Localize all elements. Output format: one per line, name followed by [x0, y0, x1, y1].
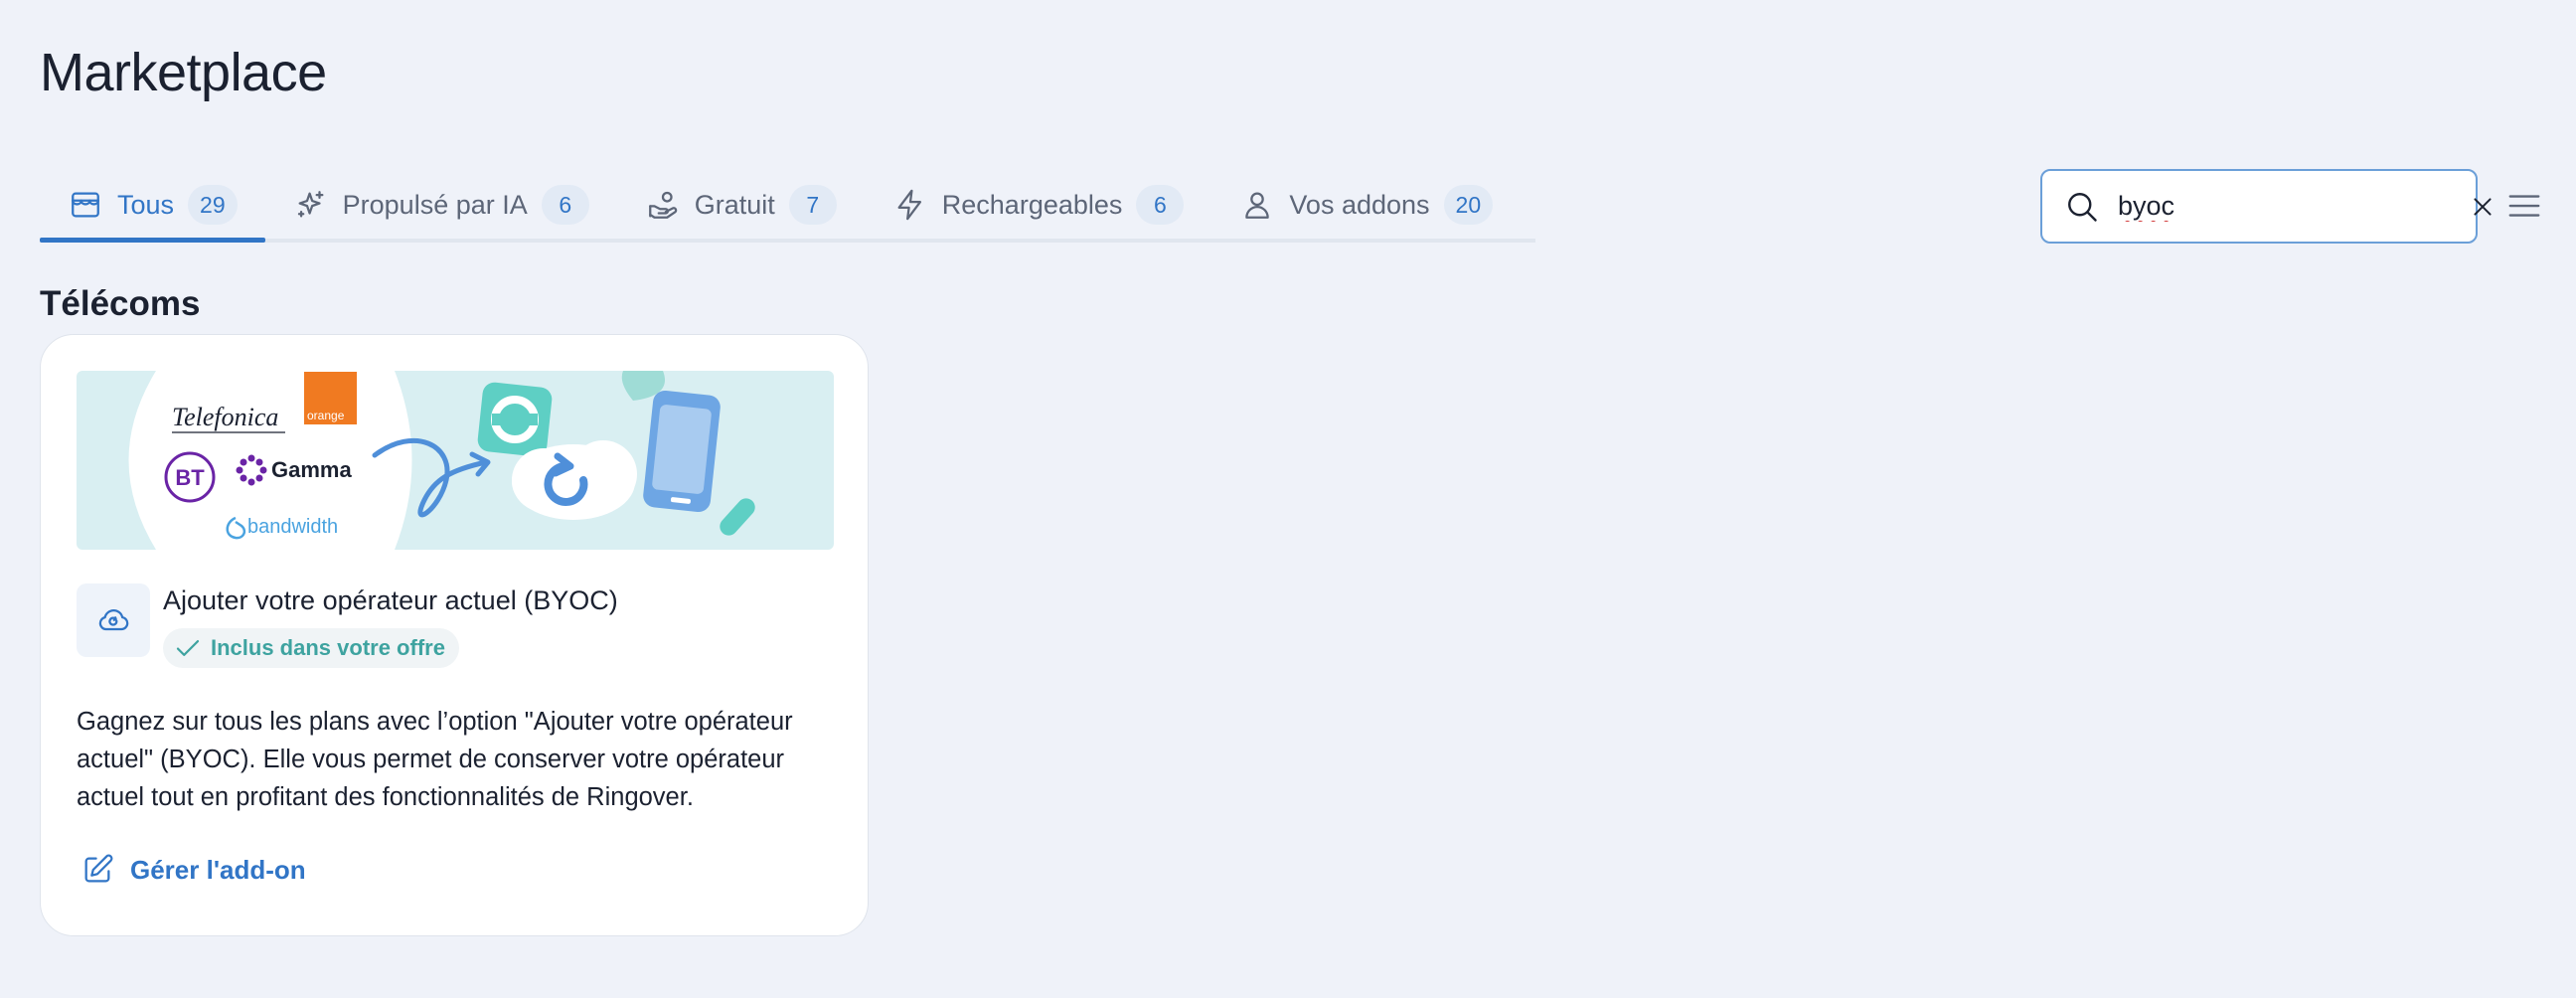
- tab-count-badge: 29: [188, 185, 238, 225]
- section-title: Télécoms: [40, 284, 201, 323]
- tab-label: Propulsé par IA: [342, 189, 528, 220]
- orange-logo-text: orange: [307, 409, 345, 422]
- tab-gratuit[interactable]: Gratuit 7: [617, 167, 865, 243]
- gamma-logo-text: Gamma: [271, 457, 352, 482]
- tab-label: Tous: [117, 189, 175, 220]
- tab-tous[interactable]: Tous 29: [40, 167, 265, 243]
- edit-icon: [84, 854, 113, 883]
- addon-card: Telefonica orange BT Gamma bandwidth Ajo…: [40, 334, 869, 936]
- tab-label: Gratuit: [694, 189, 775, 220]
- hamburger-menu-icon[interactable]: [2505, 187, 2543, 225]
- included-badge-label: Inclus dans votre offre: [211, 635, 445, 660]
- search-box: [2040, 169, 2492, 244]
- sparkles-icon: [293, 187, 329, 223]
- addon-title: Ajouter votre opérateur actuel (BYOC): [163, 585, 618, 615]
- bt-logo-text: BT: [175, 465, 205, 490]
- store-icon: [68, 187, 103, 223]
- hand-coins-icon: [645, 187, 681, 223]
- tab-label: Rechargeables: [941, 189, 1123, 220]
- check-icon: [176, 640, 200, 656]
- user-icon: [1239, 187, 1275, 223]
- search-input[interactable]: [2118, 181, 2470, 232]
- tab-vos-addons[interactable]: Vos addons 20: [1211, 167, 1521, 243]
- tab-rechargeables[interactable]: Rechargeables 6: [865, 167, 1212, 243]
- category-tabs: Tous 29 Propulsé par IA 6 Gratuit 7 Rech…: [40, 167, 1535, 243]
- tab-count-badge: 20: [1443, 185, 1494, 225]
- search-icon: [2064, 188, 2100, 226]
- bolt-icon: [892, 187, 928, 223]
- telefonica-logo-text: Telefonica: [172, 403, 278, 431]
- manage-addon-label: Gérer l'add-on: [130, 854, 306, 885]
- tab-propulse-par-ia[interactable]: Propulsé par IA 6: [265, 167, 617, 243]
- manage-addon-link[interactable]: Gérer l'add-on: [77, 850, 306, 890]
- clear-icon[interactable]: [2470, 191, 2496, 223]
- cloud-sync-icon: [77, 583, 150, 657]
- tab-label: Vos addons: [1289, 189, 1430, 220]
- included-badge: Inclus dans votre offre: [163, 628, 459, 668]
- addon-description: Gagnez sur tous les plans avec l’option …: [77, 708, 793, 811]
- tab-count-badge: 6: [1136, 185, 1185, 225]
- page-title: Marketplace: [40, 43, 327, 102]
- addon-banner-image: Telefonica orange BT Gamma bandwidth: [77, 371, 834, 550]
- bandwidth-logo-text: bandwidth: [247, 516, 338, 538]
- tab-count-badge: 6: [541, 185, 589, 225]
- tab-count-badge: 7: [788, 185, 837, 225]
